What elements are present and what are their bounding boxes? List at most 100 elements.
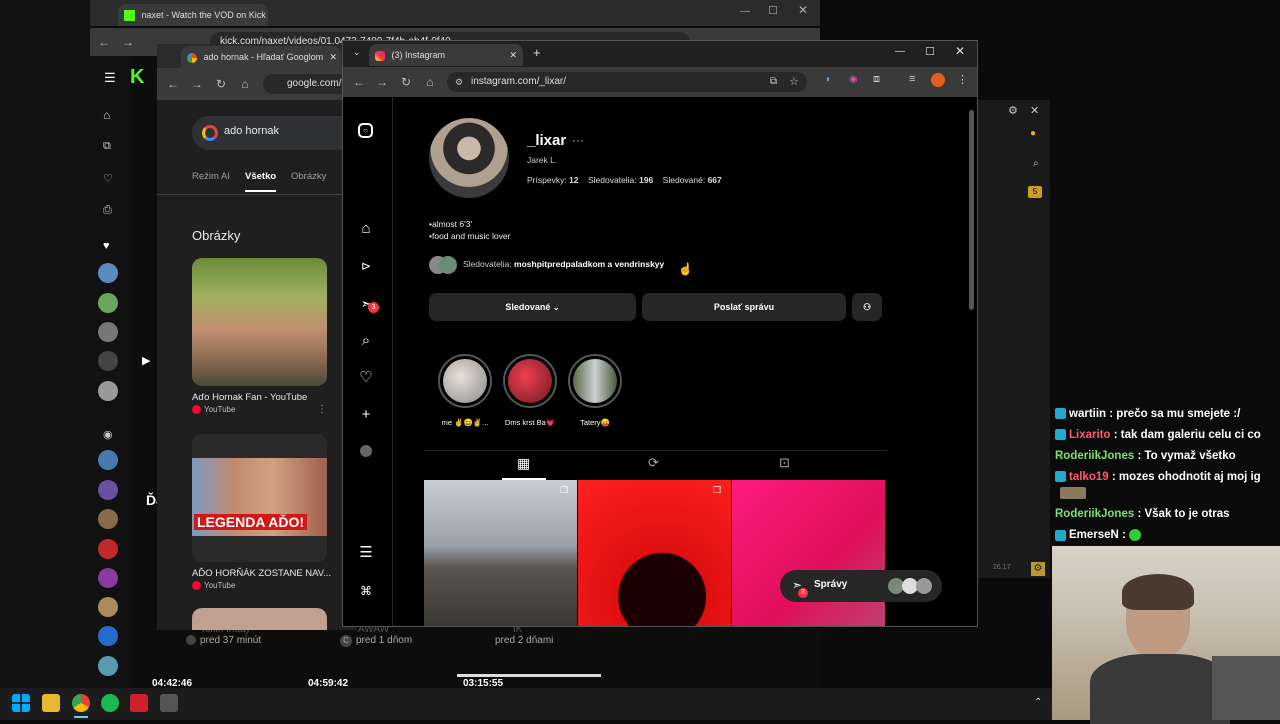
image-result-2[interactable]: LEGENDA AĎO! AĎO HORŇÁK ZOSTANE NAV... Y… xyxy=(192,434,331,602)
messages-floating-button[interactable]: ➣ 3 Správy xyxy=(780,570,942,602)
forward-icon[interactable]: → xyxy=(189,74,205,94)
play-icon[interactable]: ▶ xyxy=(142,354,150,367)
recommended-icon[interactable]: ◉ xyxy=(103,428,113,441)
more-menu-icon[interactable]: ☰ xyxy=(357,544,375,562)
gear-icon[interactable]: ⚙ xyxy=(1008,104,1018,117)
window-close-icon[interactable]: ✕ xyxy=(798,3,808,17)
tray-chevron-icon[interactable]: ⌃ xyxy=(1034,697,1042,708)
more-icon[interactable]: ⋮ xyxy=(317,404,327,415)
image-result-3[interactable] xyxy=(192,608,327,630)
forward-icon[interactable]: → xyxy=(120,32,136,52)
file-explorer-icon[interactable] xyxy=(42,694,60,712)
google-tab[interactable]: ado hornak - Hľadať Googlom ✕ xyxy=(181,46,341,68)
channel-avatar[interactable] xyxy=(98,322,118,342)
add-person-button[interactable]: ⚇ xyxy=(852,293,882,321)
vod-meta-3[interactable]: IK pred 2 dňami xyxy=(495,624,655,646)
also-from-meta-icon[interactable]: ⌘ xyxy=(357,582,375,600)
kick-tab[interactable]: naxet - Watch the VOD on Kick xyxy=(118,4,268,26)
chrome-menu-icon[interactable]: ⋮ xyxy=(957,73,968,86)
chat-username[interactable]: RoderiikJones xyxy=(1055,450,1134,462)
window-minimize-icon[interactable]: — xyxy=(740,6,750,17)
channel-avatar[interactable] xyxy=(98,293,118,313)
reels-icon[interactable]: ⊳ xyxy=(357,257,375,275)
tagged-icon[interactable]: ⊡ xyxy=(779,455,790,471)
channel-avatar[interactable] xyxy=(98,656,118,676)
channel-avatar[interactable] xyxy=(98,480,118,500)
channel-avatar[interactable] xyxy=(98,626,118,646)
channel-avatar[interactable] xyxy=(98,450,118,470)
home-icon[interactable]: ⌂ xyxy=(422,72,438,92)
highlight-circle[interactable] xyxy=(438,354,492,408)
post-tile[interactable] xyxy=(424,480,577,626)
instagram-logo-icon[interactable]: ○ xyxy=(358,123,373,138)
kick-logo[interactable]: K xyxy=(130,66,144,89)
window-close-icon[interactable]: ✕ xyxy=(1030,104,1039,117)
followed-by[interactable]: Sledovatelia: moshpitpredpaladkom a vend… xyxy=(429,254,664,274)
stat-followers[interactable]: Sledovatelia: 196 xyxy=(588,175,653,185)
browse-icon[interactable]: ⧉ xyxy=(103,140,111,153)
google-searchbox[interactable]: ado hornak xyxy=(192,116,357,150)
tab-close-icon[interactable]: ✕ xyxy=(329,46,337,68)
bell-icon[interactable]: ● xyxy=(1030,128,1036,139)
new-tab-icon[interactable]: + xyxy=(533,45,541,60)
notifications-heart-icon[interactable]: ♡ xyxy=(357,369,375,387)
chat-username[interactable]: RoderiikJones xyxy=(1055,508,1134,520)
back-icon[interactable]: ← xyxy=(165,74,181,94)
chat-username[interactable]: Lixarito xyxy=(1069,429,1111,441)
profile-icon[interactable] xyxy=(931,73,945,87)
channel-avatar[interactable] xyxy=(98,263,118,283)
record-app-icon[interactable] xyxy=(130,694,148,712)
extension-icon[interactable]: ◉ xyxy=(849,74,858,85)
chat-username[interactable]: EmerseN xyxy=(1069,529,1119,541)
channel-avatar[interactable] xyxy=(98,509,118,529)
profile-options-icon[interactable]: ··· xyxy=(572,133,584,147)
spotify-icon[interactable] xyxy=(101,694,119,712)
reposts-icon[interactable]: ⟳ xyxy=(648,455,659,471)
window-maximize-icon[interactable]: ☐ xyxy=(768,4,778,17)
post-tile[interactable] xyxy=(578,480,731,626)
stat-posts[interactable]: Príspevky: 12 xyxy=(527,175,579,185)
channel-avatar[interactable] xyxy=(98,597,118,617)
menu-icon[interactable]: ☰ xyxy=(104,70,116,86)
chat-username[interactable]: talko19 xyxy=(1069,471,1109,483)
app-icon[interactable] xyxy=(160,694,178,712)
ig-tab[interactable]: (3) Instagram ✕ xyxy=(369,44,523,66)
forward-icon[interactable]: → xyxy=(374,72,390,92)
stat-following[interactable]: Sledované: 667 xyxy=(663,175,722,185)
filter-all[interactable]: Všetko xyxy=(245,171,277,192)
profile-avatar-icon[interactable] xyxy=(360,445,372,457)
channel-avatar[interactable] xyxy=(98,381,118,401)
extensions-puzzle-icon[interactable]: ⧈ xyxy=(873,73,880,86)
highlight-circle[interactable] xyxy=(568,354,622,408)
reading-list-icon[interactable]: ≡ xyxy=(909,73,915,85)
home-icon[interactable]: ⌂ xyxy=(357,220,375,238)
install-icon[interactable]: ⧉ xyxy=(770,72,777,92)
tab-close-icon[interactable]: ✕ xyxy=(509,44,517,66)
home-icon[interactable]: ⌂ xyxy=(237,74,253,94)
reload-icon[interactable]: ↻ xyxy=(213,74,229,94)
settings-icon[interactable]: ⚙ xyxy=(1031,562,1045,576)
channel-avatar[interactable] xyxy=(98,351,118,371)
channel-avatar[interactable] xyxy=(98,539,118,559)
search-icon[interactable]: ⌕ xyxy=(1033,158,1039,169)
ig-scrollbar[interactable] xyxy=(969,110,974,310)
channel-avatar[interactable] xyxy=(98,568,118,588)
image-result-1[interactable]: Aďo Hornak Fan - YouTube YouTube xyxy=(192,258,327,426)
back-icon[interactable]: ← xyxy=(351,72,367,92)
search-icon[interactable]: ⌕ xyxy=(357,332,375,350)
chat-username[interactable]: wartiin xyxy=(1069,408,1106,420)
highlight-circle[interactable] xyxy=(503,354,557,408)
window-close-icon[interactable]: ✕ xyxy=(955,44,965,58)
vod-meta-2[interactable]: AWAW Cpred 1 dňom xyxy=(340,624,500,647)
filter-ai-mode[interactable]: Režim AI xyxy=(192,171,230,182)
extension-icon[interactable]: ◗ xyxy=(825,74,831,85)
back-icon[interactable]: ← xyxy=(96,32,112,52)
chrome-icon[interactable] xyxy=(72,694,90,712)
home-icon[interactable]: ⌂ xyxy=(103,108,110,122)
site-info-icon[interactable]: ⚙ xyxy=(455,72,463,92)
window-minimize-icon[interactable]: — xyxy=(895,46,905,57)
heart-icon[interactable]: ♥ xyxy=(103,240,110,252)
post-tile[interactable] xyxy=(732,480,885,626)
ig-omnibox[interactable]: ⚙ instagram.com/_lixar/ ⧉ ☆ xyxy=(447,72,807,92)
subs-icon[interactable]: ⎙ xyxy=(103,204,112,217)
